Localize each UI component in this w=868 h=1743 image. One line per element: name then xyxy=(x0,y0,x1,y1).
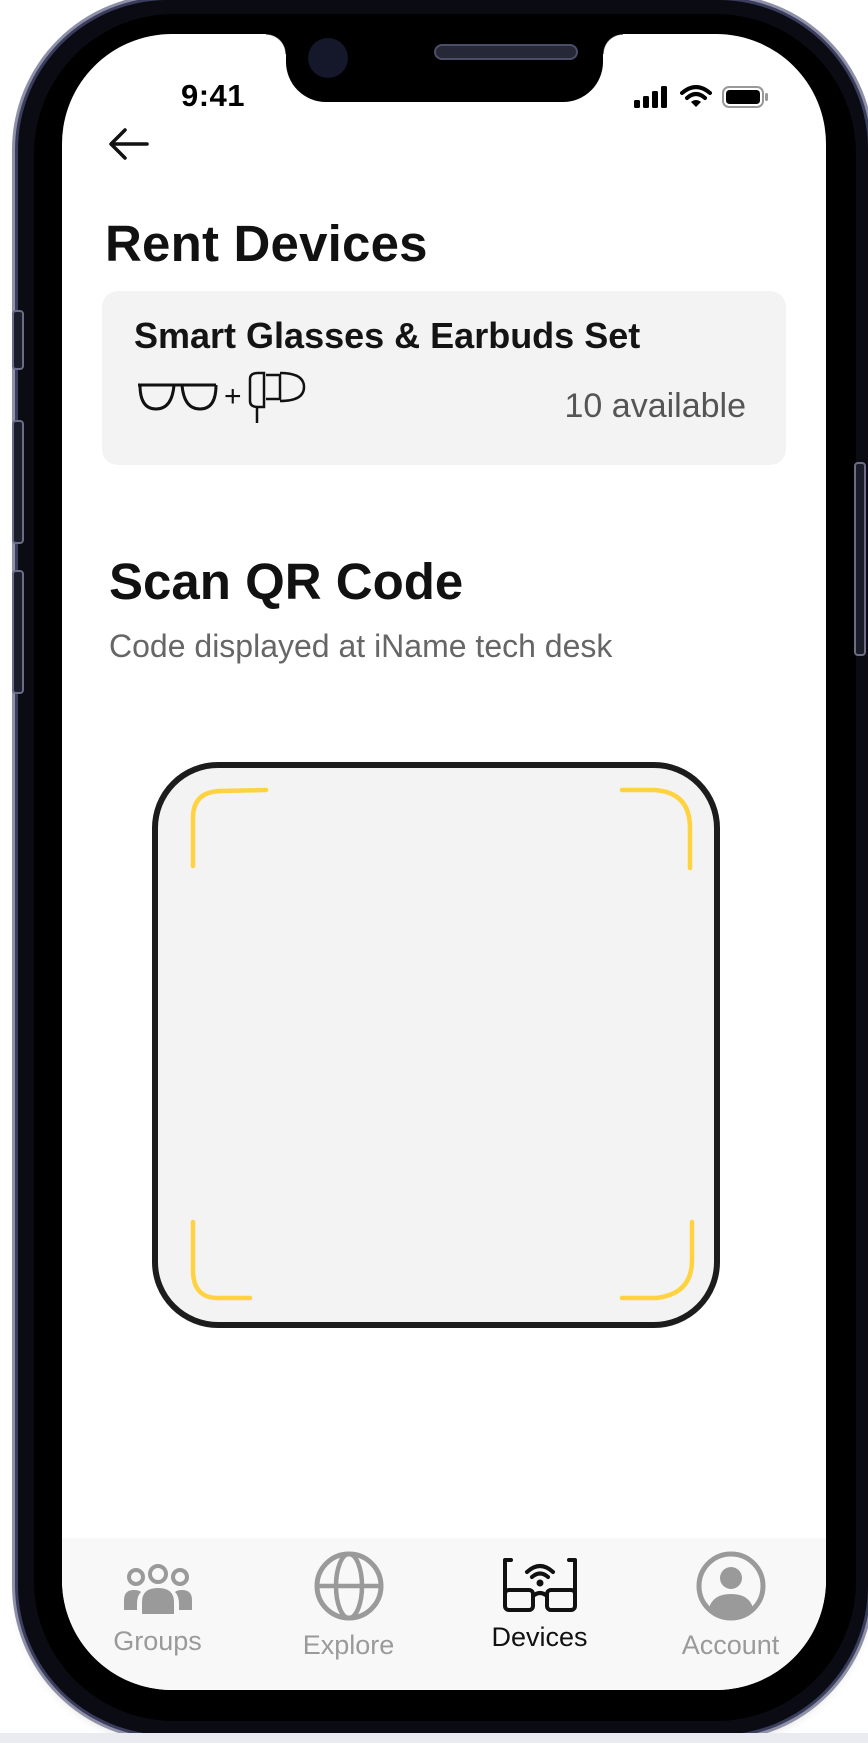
status-icons xyxy=(634,82,770,112)
bottom-tab-bar: Groups Explore Devices Account xyxy=(62,1538,826,1690)
scan-subtitle: Code displayed at iName tech desk xyxy=(109,628,613,664)
tab-label-devices: Devices xyxy=(491,1622,588,1652)
battery-icon xyxy=(722,86,768,108)
scanner-corner-top-right xyxy=(619,787,693,871)
tab-explore[interactable]: Explore xyxy=(253,1538,444,1690)
tab-groups[interactable]: Groups xyxy=(62,1538,253,1690)
smart-glasses-icon xyxy=(502,1558,577,1612)
status-time: 9:41 xyxy=(180,78,246,113)
tab-label-account: Account xyxy=(681,1630,780,1660)
availability-text: 10 available xyxy=(564,387,746,425)
mute-switch xyxy=(12,310,24,370)
tab-label-groups: Groups xyxy=(113,1626,202,1656)
device-card[interactable]: Smart Glasses & Earbuds Set + 10 availab… xyxy=(102,291,786,465)
glasses-icon xyxy=(138,383,218,411)
arrow-left-icon xyxy=(109,128,149,160)
phone-screen: 9:41 Rent Devices Smart Glasses & Earbud… xyxy=(62,34,826,1690)
earbuds-icon xyxy=(248,371,305,423)
plus-sign: + xyxy=(224,380,242,413)
surface-edge xyxy=(0,1733,868,1743)
scan-title: Scan QR Code xyxy=(109,553,464,610)
earpiece-speaker xyxy=(434,44,578,60)
app-screenshot: 9:41 Rent Devices Smart Glasses & Earbud… xyxy=(0,0,868,1743)
scanner-corner-bottom-right xyxy=(619,1219,695,1301)
page-title: Rent Devices xyxy=(105,215,428,272)
front-camera xyxy=(308,38,348,78)
qr-scanner-frame[interactable] xyxy=(152,762,720,1328)
back-button[interactable] xyxy=(102,118,154,170)
scanner-corner-top-left xyxy=(190,787,269,869)
device-name: Smart Glasses & Earbuds Set xyxy=(134,315,641,356)
tab-label-explore: Explore xyxy=(302,1630,395,1660)
tab-devices[interactable]: Devices xyxy=(444,1538,635,1690)
group-icon xyxy=(123,1564,192,1614)
account-icon xyxy=(696,1551,765,1621)
cellular-signal-icon xyxy=(634,86,667,108)
volume-down-button xyxy=(12,570,24,694)
scanner-corner-bottom-left xyxy=(190,1219,253,1301)
wifi-icon xyxy=(680,85,712,107)
device-icons: + xyxy=(136,369,308,425)
globe-icon xyxy=(314,1551,383,1621)
volume-up-button xyxy=(12,420,24,544)
tab-account[interactable]: Account xyxy=(635,1538,826,1690)
power-button xyxy=(854,462,866,656)
